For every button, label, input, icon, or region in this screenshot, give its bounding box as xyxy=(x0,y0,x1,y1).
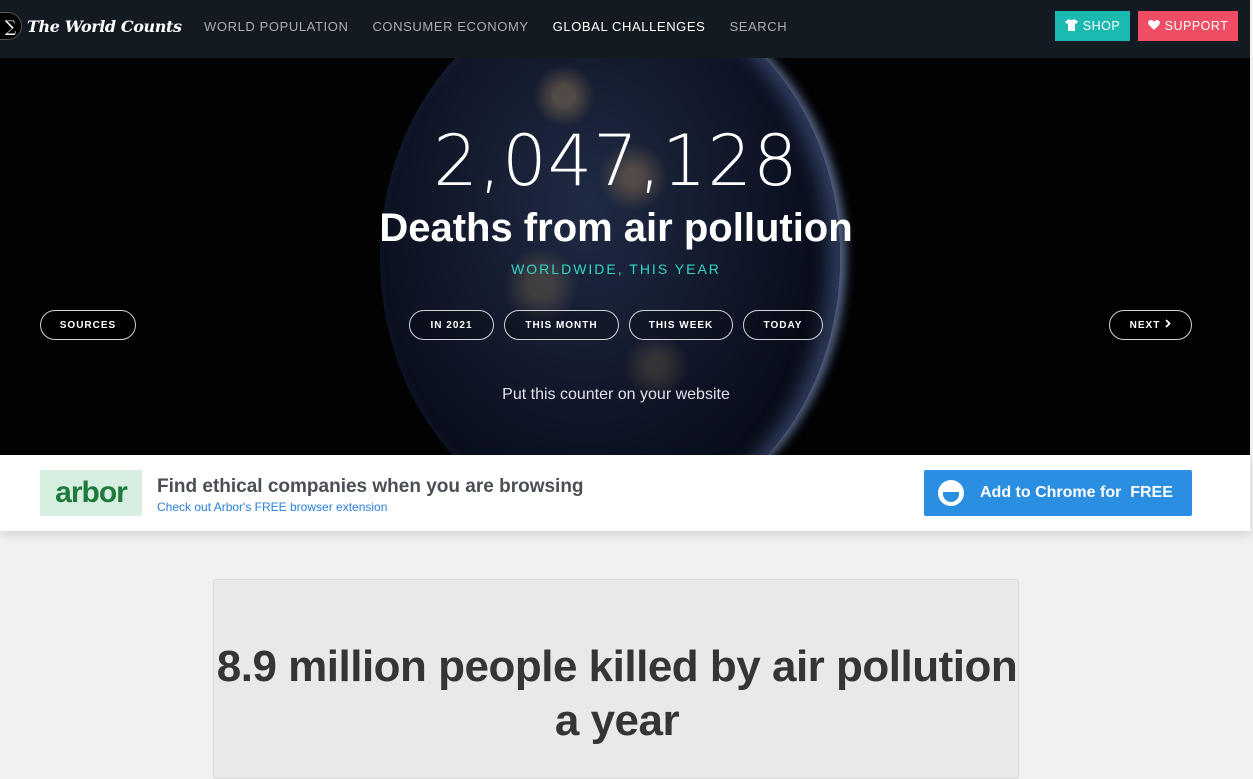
heart-icon xyxy=(1147,19,1160,33)
arbor-cloud-icon xyxy=(938,480,964,506)
logo-text: The World Counts xyxy=(27,16,182,36)
nav-link-search[interactable]: SEARCH xyxy=(729,19,787,34)
next-button[interactable]: NEXT xyxy=(1109,310,1192,340)
site-logo[interactable]: ∑ The World Counts xyxy=(0,12,182,40)
add-to-chrome-label: Add to Chrome for FREE xyxy=(980,484,1173,501)
embed-counter-link[interactable]: Put this counter on your website xyxy=(0,386,1232,404)
period-today-button[interactable]: TODAY xyxy=(743,310,823,340)
top-navbar: ∑ The World Counts WORLD POPULATION CONS… xyxy=(0,0,1250,58)
fact-card: 8.9 million people killed by air polluti… xyxy=(213,579,1019,779)
counter-title: Deaths from air pollution xyxy=(379,206,853,250)
sources-button[interactable]: SOURCES xyxy=(40,310,136,340)
arbor-logo[interactable]: arbor xyxy=(40,470,142,516)
sigma-logo-icon: ∑ xyxy=(0,12,22,40)
nav-links: WORLD POPULATION CONSUMER ECONOMY GLOBAL… xyxy=(204,0,811,52)
period-this-month-button[interactable]: THIS MONTH xyxy=(504,310,619,340)
support-button[interactable]: SUPPORT xyxy=(1138,11,1238,41)
nav-link-consumer-economy[interactable]: CONSUMER ECONOMY xyxy=(372,19,528,34)
arbor-ad-banner: arbor Find ethical companies when you ar… xyxy=(0,455,1250,531)
counter-subtitle: WORLDWIDE, THIS YEAR xyxy=(511,261,721,277)
chevron-right-icon xyxy=(1165,319,1172,331)
period-this-week-button[interactable]: THIS WEEK xyxy=(629,310,733,340)
add-to-chrome-button[interactable]: Add to Chrome for FREE xyxy=(924,470,1192,516)
arbor-extension-link[interactable]: Check out Arbor's FREE browser extension xyxy=(157,500,387,514)
hero-section: 2,047,128 Deaths from air pollution WORL… xyxy=(0,58,1250,455)
period-in-2021-button[interactable]: IN 2021 xyxy=(409,310,494,340)
tshirt-icon xyxy=(1064,18,1078,34)
shop-button[interactable]: SHOP xyxy=(1055,11,1130,41)
nav-link-world-population[interactable]: WORLD POPULATION xyxy=(204,19,348,34)
nav-link-global-challenges[interactable]: GLOBAL CHALLENGES xyxy=(553,19,706,34)
fact-headline: 8.9 million people killed by air polluti… xyxy=(216,642,1018,745)
arbor-headline: Find ethical companies when you are brow… xyxy=(157,476,584,497)
next-label: NEXT xyxy=(1129,319,1161,331)
shop-label: SHOP xyxy=(1082,19,1121,33)
support-label: SUPPORT xyxy=(1164,19,1229,33)
death-counter: 2,047,128 xyxy=(433,120,799,202)
